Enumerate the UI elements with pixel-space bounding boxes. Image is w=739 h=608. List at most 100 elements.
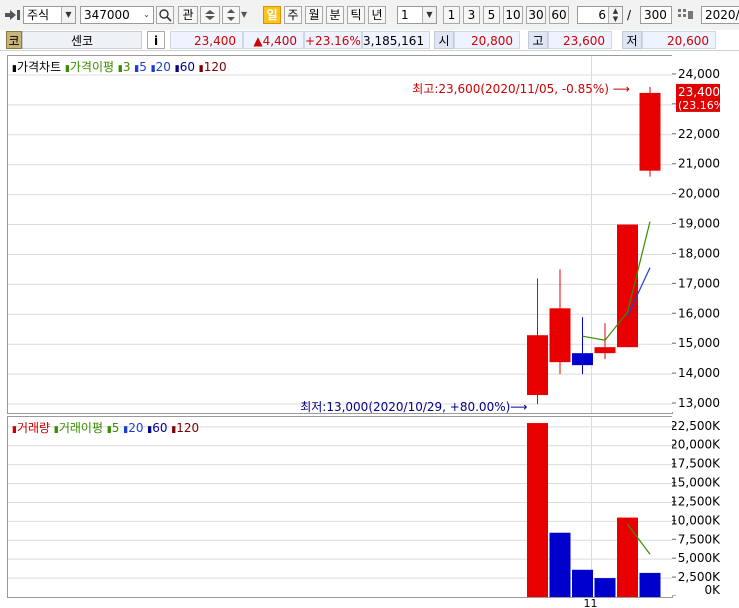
interval-5-button[interactable]: 5	[483, 6, 500, 24]
code-type-button[interactable]: 코	[6, 31, 22, 49]
volume-axis-label: 17,500K	[672, 457, 721, 471]
volume-legend-item[interactable]: 거래량	[17, 421, 54, 435]
volume-legend-item[interactable]: 20	[128, 421, 147, 435]
x-axis-label: 11	[584, 597, 598, 608]
chevron-down-icon: ⌄	[140, 7, 153, 23]
volume-bar	[594, 578, 616, 597]
price-axis-label: 16,000	[678, 306, 720, 320]
price-legend-item[interactable]: 5	[139, 60, 150, 74]
market-select-value: 주식	[27, 8, 50, 22]
candle-body	[639, 92, 661, 171]
candle-body	[549, 308, 571, 363]
link-arrow-icon[interactable]	[4, 6, 22, 24]
price-change: ▲4,400	[243, 31, 304, 49]
stock-info-button[interactable]: i	[147, 31, 165, 49]
volume-legend-item[interactable]: 120	[176, 421, 199, 435]
period-month-button[interactable]: 월	[305, 6, 323, 24]
interval-3-button[interactable]: 3	[463, 6, 480, 24]
price-axis-label: 18,000	[678, 246, 720, 260]
interval-1-button[interactable]: 1	[443, 6, 460, 24]
high-annotation: 최고:23,600(2020/11/05, -0.85%) ⟶	[412, 82, 630, 96]
current-price-label: 23,400	[678, 85, 720, 99]
volume-y-axis: 0K2,500K 5,000K 7,500K 10,000K 12,500K 15,000…	[672, 416, 739, 596]
price-chart-pane[interactable]: 최고:23,600(2020/11/05, -0.85%) ⟶ 최저:13,000…	[7, 55, 673, 414]
price-ma3-line	[582, 221, 651, 341]
x-axis: 11	[584, 597, 598, 608]
spin-button[interactable]	[222, 6, 240, 24]
watch-button[interactable]: 관	[178, 6, 198, 24]
price-legend-item[interactable]: 60	[180, 60, 199, 74]
volume-legend-item[interactable]: 5	[112, 421, 123, 435]
interval-select-value: 1	[401, 8, 409, 22]
volume-bar	[549, 532, 571, 597]
date-input[interactable]: 2020/	[701, 6, 739, 24]
current-price: 23,400	[170, 31, 243, 49]
volume-axis-label: 15,000K	[672, 476, 721, 490]
period-day-button[interactable]: 일	[263, 6, 281, 24]
grid-settings-icon[interactable]	[676, 6, 696, 24]
chevron-down-icon[interactable]: ▼	[241, 6, 251, 24]
price-axis-label: 19,000	[678, 217, 720, 231]
price-change-percent: +23.16%	[304, 31, 362, 49]
trade-volume: 3,185,161	[362, 31, 430, 49]
interval-60-button[interactable]: 60	[549, 6, 569, 24]
count-spin-input[interactable]: 6 ▲ ▼	[577, 6, 623, 24]
candle-body	[617, 224, 638, 348]
date-input-value: 2020/	[705, 8, 739, 22]
low-annotation: 최저:13,000(2020/10/29, +80.00%)⟶	[300, 400, 527, 413]
price-axis-label: 14,000	[678, 366, 720, 380]
quote-bar: 코 센코 i 23,400 ▲4,400 +23.16% 3,185,161 시…	[0, 30, 739, 51]
code-input-value: 347000	[84, 8, 130, 22]
chart-toolbar: 주식 ▼ 347000 ⌄ 관 ▼ 일 주 월 분 틱 년 1 ▼ 1 3 5 …	[0, 0, 739, 31]
volume-axis-label: 22,500K	[672, 419, 721, 433]
updown-arrows-icon	[227, 9, 235, 21]
price-legend: ▮가격차트 ▮가격이평 ▮3 ▮5 ▮20 ▮60 ▮120	[12, 58, 227, 75]
price-legend-item[interactable]: 가격차트	[17, 60, 65, 74]
updown-icon	[205, 10, 215, 20]
price-axis-label: 22,000	[678, 127, 720, 141]
stock-name: 센코	[22, 31, 142, 49]
market-select[interactable]: 주식 ▼	[23, 6, 76, 24]
price-axis-label: 21,000	[678, 157, 720, 171]
price-axis-label: 17,000	[678, 276, 720, 290]
candle-body	[594, 347, 616, 354]
high-price: 23,600	[548, 31, 612, 49]
period-year-button[interactable]: 년	[368, 6, 386, 24]
period-minute-button[interactable]: 분	[326, 6, 344, 24]
period-week-button[interactable]: 주	[284, 6, 302, 24]
interval-10-button[interactable]: 10	[503, 6, 523, 24]
volume-chart-pane[interactable]: ▮거래량 ▮거래이평 ▮5 ▮20 ▮60 ▮120	[7, 416, 673, 598]
code-input[interactable]: 347000 ⌄	[80, 6, 154, 24]
open-price: 20,800	[454, 31, 520, 49]
total-count-value: 300	[644, 8, 667, 22]
search-button[interactable]	[156, 6, 174, 24]
low-price: 20,600	[642, 31, 716, 49]
price-axis-label: 13,000	[678, 396, 720, 410]
volume-legend-item[interactable]: 거래이평	[59, 421, 107, 435]
open-label: 시	[434, 31, 454, 49]
price-legend-item[interactable]: 3	[123, 60, 134, 74]
count-value: 6	[598, 8, 606, 22]
high-label: 고	[528, 31, 548, 49]
interval-select[interactable]: 1 ▼	[397, 6, 437, 24]
interval-30-button[interactable]: 30	[526, 6, 546, 24]
volume-chart-canvas[interactable]	[8, 417, 672, 597]
price-axis-label: 20,000	[678, 187, 720, 201]
price-legend-item[interactable]: 120	[204, 60, 227, 74]
spin-arrows-icon[interactable]: ▲ ▼	[608, 7, 622, 23]
volume-legend-item[interactable]: 60	[152, 421, 171, 435]
price-axis-label: 24,000	[678, 67, 720, 81]
search-icon	[159, 9, 172, 22]
price-chart-canvas[interactable]: 최고:23,600(2020/11/05, -0.85%) ⟶ 최저:13,000…	[8, 56, 672, 413]
total-count-input[interactable]: 300	[640, 6, 672, 24]
period-tick-button[interactable]: 틱	[347, 6, 365, 24]
price-legend-item[interactable]: 20	[156, 60, 175, 74]
price-y-axis: 13,000 14,000 15,000 16,000 17,000 18,000 19,0…	[672, 55, 739, 412]
volume-axis-label: 7,500K	[678, 532, 721, 546]
slash-separator: /	[627, 8, 632, 22]
price-legend-item[interactable]: 가격이평	[70, 60, 118, 74]
price-axis-label: 15,000	[678, 336, 720, 350]
scroll-sync-button[interactable]	[200, 6, 220, 24]
volume-axis-label: 10,000K	[672, 513, 721, 527]
low-label: 저	[622, 31, 642, 49]
